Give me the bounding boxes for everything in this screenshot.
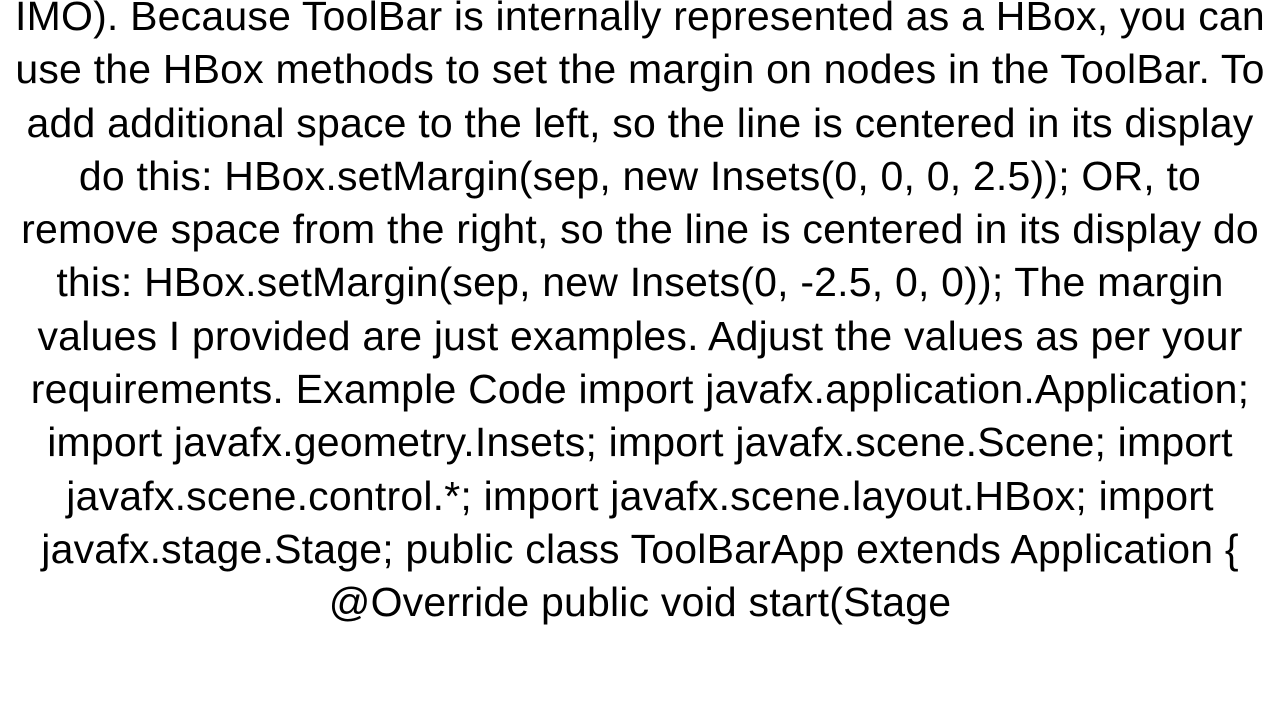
- document-body-text: IMO). Because ToolBar is internally repr…: [0, 0, 1280, 630]
